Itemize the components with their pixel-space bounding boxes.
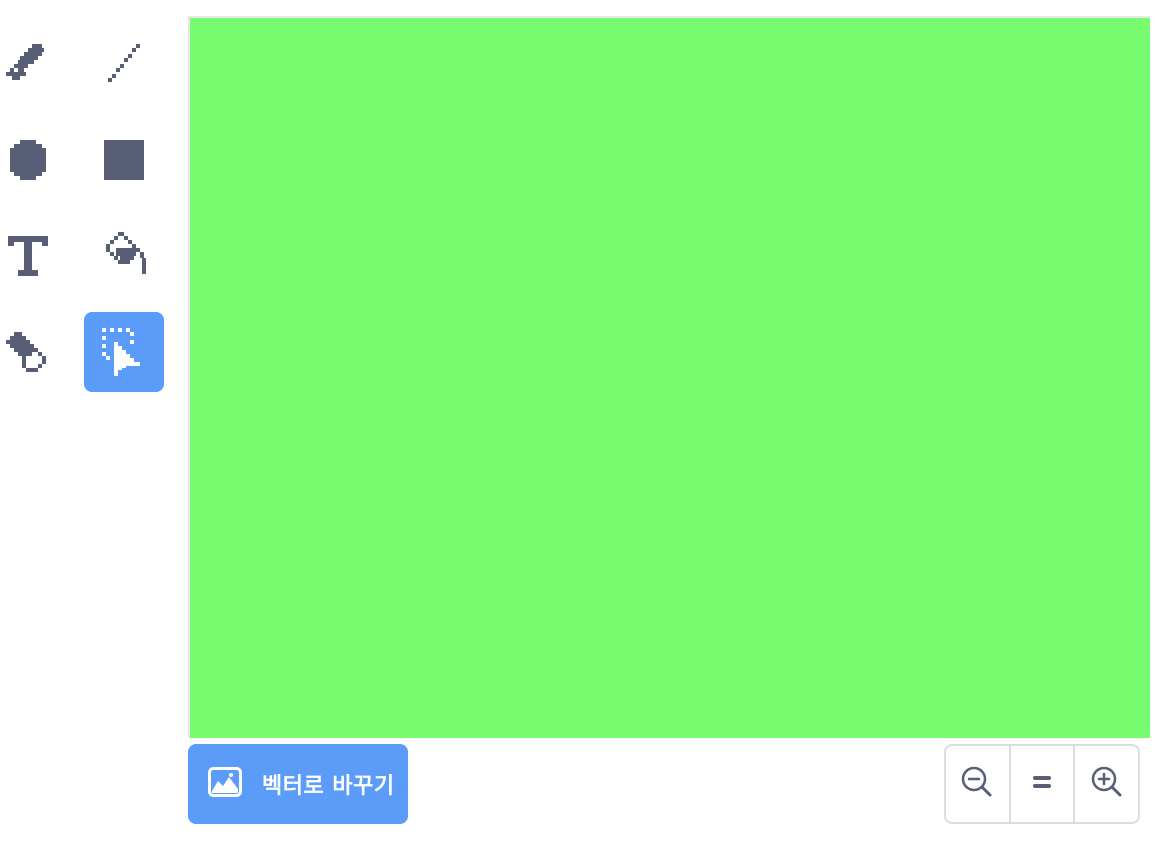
- text-tool-button[interactable]: [0, 216, 68, 296]
- brush-tool-button[interactable]: [0, 24, 68, 104]
- zoom-reset-button[interactable]: [1008, 746, 1074, 822]
- text-icon: [2, 230, 54, 282]
- line-icon: [98, 38, 150, 90]
- bitmap-image-icon: [208, 767, 242, 801]
- eraser-tool-button[interactable]: [0, 312, 68, 392]
- circle-tool-button[interactable]: [0, 120, 68, 200]
- zoom-in-icon: [1090, 765, 1124, 803]
- zoom-out-button[interactable]: [946, 746, 1009, 822]
- convert-to-vector-label: 벡터로 바꾸기: [262, 774, 395, 799]
- convert-to-vector-button[interactable]: 벡터로 바꾸기: [188, 744, 408, 824]
- fill-tool-button[interactable]: [84, 216, 164, 296]
- zoom-reset-icon: [1031, 773, 1053, 795]
- circle-icon: [2, 134, 54, 186]
- eraser-icon: [0, 324, 56, 380]
- select-icon: [96, 324, 152, 380]
- brush-icon: [2, 38, 54, 90]
- rectangle-tool-button[interactable]: [84, 120, 164, 200]
- zoom-out-icon: [960, 765, 994, 803]
- fill-bucket-icon: [96, 228, 152, 284]
- line-tool-button[interactable]: [84, 24, 164, 104]
- select-tool-button[interactable]: [84, 312, 164, 392]
- zoom-in-button[interactable]: [1073, 746, 1138, 822]
- rectangle-icon: [98, 134, 150, 186]
- zoom-controls: [944, 744, 1140, 824]
- paint-canvas[interactable]: [188, 16, 1150, 738]
- paint-editor: 벡터로 바꾸기: [0, 0, 1166, 854]
